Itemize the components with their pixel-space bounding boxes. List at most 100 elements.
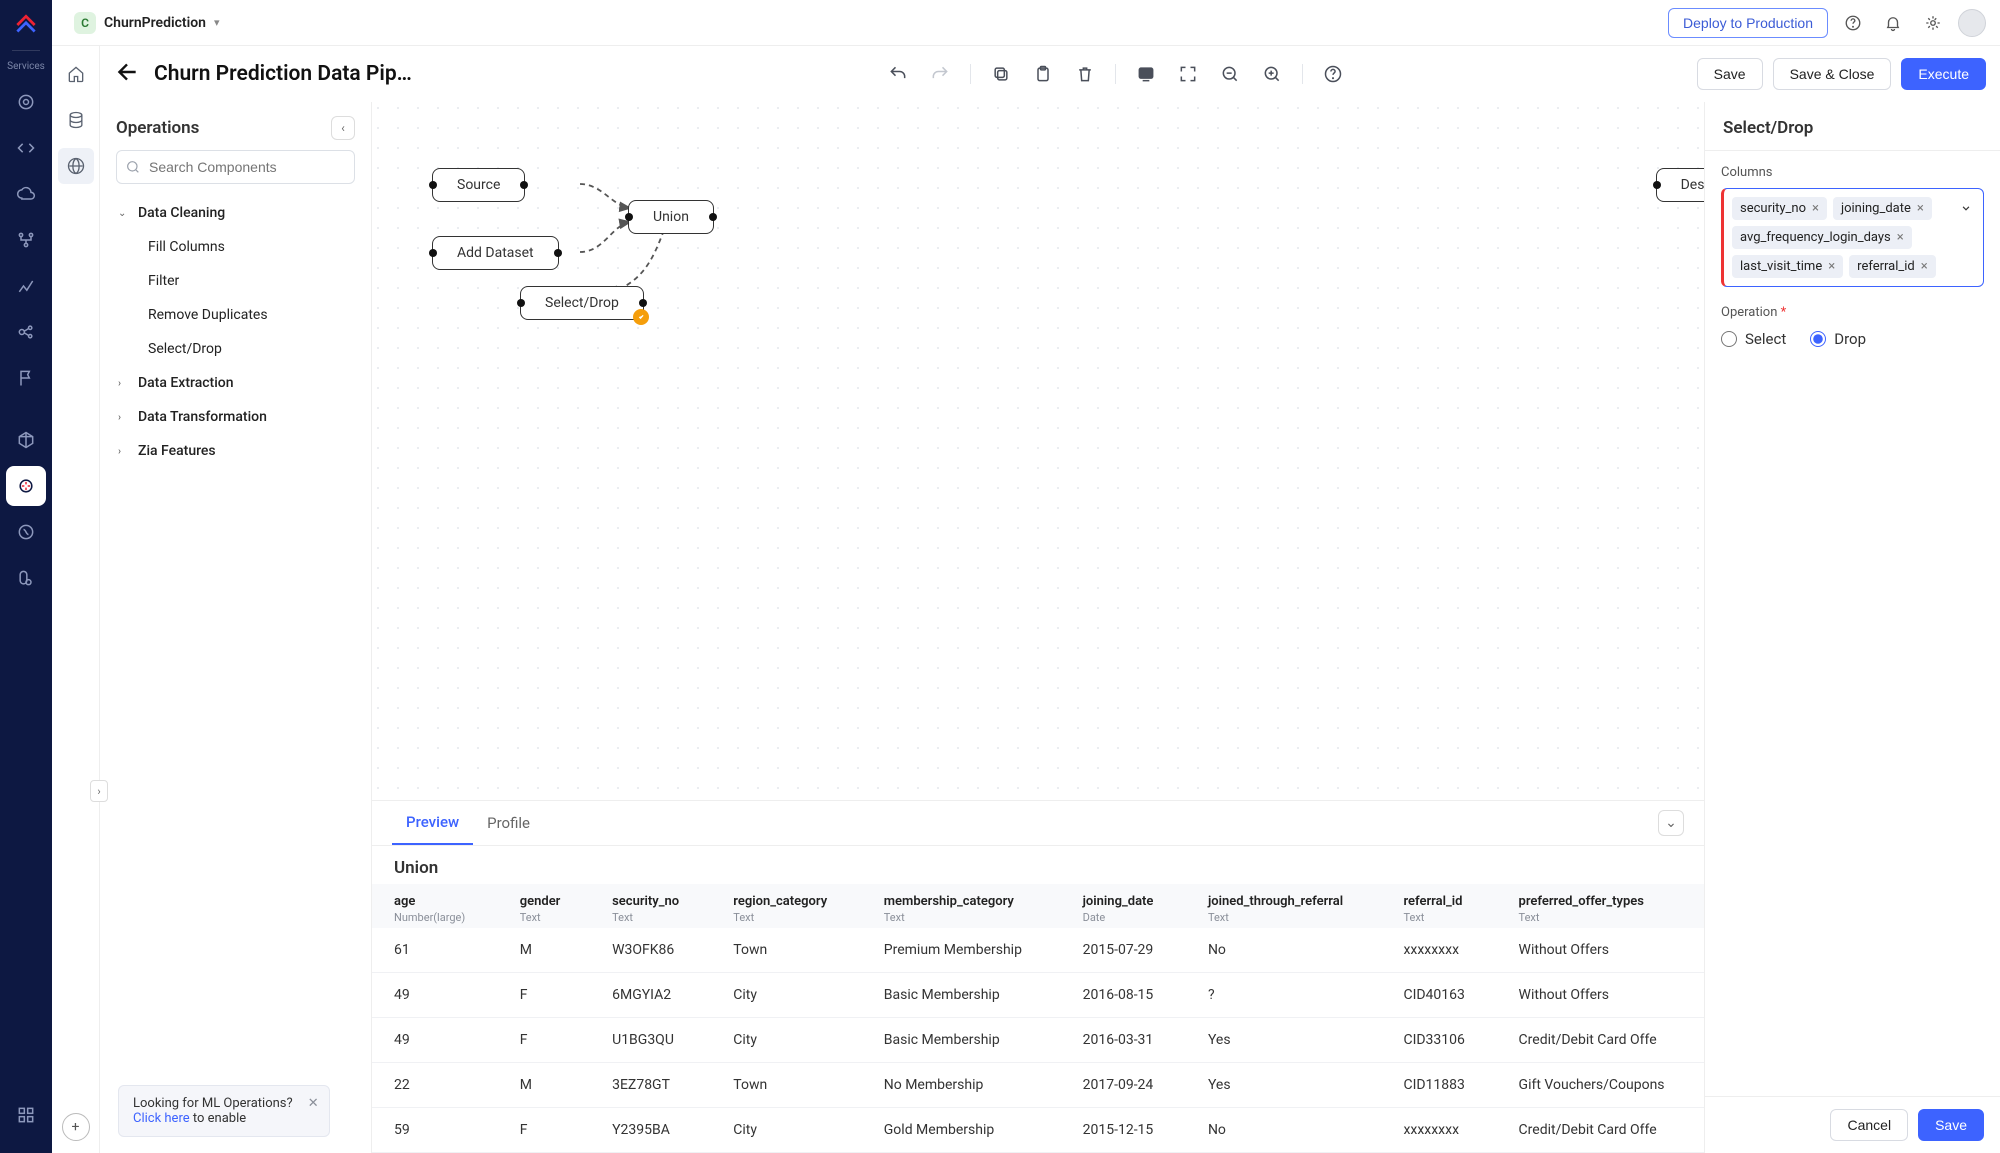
operations-panel: Operations ‹ ⌄Data CleaningFill ColumnsF… <box>100 102 372 1153</box>
table-row: 49F6MGYIA2CityBasic Membership2016-08-15… <box>372 973 1704 1018</box>
node-source[interactable]: Source <box>432 168 525 202</box>
table-row: 61MW3OFK86TownPremium Membership2015-07-… <box>372 928 1704 973</box>
project-selector[interactable]: C ChurnPrediction ▾ <box>66 8 228 38</box>
chevron-down-icon[interactable] <box>1959 201 1973 219</box>
radio-drop[interactable]: Drop <box>1810 330 1866 348</box>
paste-icon[interactable] <box>1027 58 1059 90</box>
fit-screen-icon[interactable] <box>1130 58 1162 90</box>
delete-icon[interactable] <box>1069 58 1101 90</box>
config-cancel-button[interactable]: Cancel <box>1830 1109 1908 1141</box>
table-header: joined_through_referralText <box>1186 884 1382 928</box>
fullscreen-icon[interactable] <box>1172 58 1204 90</box>
radio-select[interactable]: Select <box>1721 330 1786 348</box>
column-chip[interactable]: joining_date× <box>1833 197 1932 220</box>
table-header: membership_categoryText <box>862 884 1061 928</box>
node-destination[interactable]: Dest <box>1656 168 1704 202</box>
rail-item-brain[interactable] <box>6 558 46 598</box>
rail-item-flag[interactable] <box>6 358 46 398</box>
column-chip[interactable]: referral_id× <box>1849 255 1936 278</box>
save-close-button[interactable]: Save & Close <box>1773 58 1892 90</box>
rail-item-cloud[interactable] <box>6 174 46 214</box>
table-header: joining_dateDate <box>1061 884 1186 928</box>
irail-datasets[interactable] <box>58 102 94 138</box>
rail-item-connect[interactable] <box>6 312 46 352</box>
nav-rail: Services <box>0 0 52 1153</box>
table-header: region_categoryText <box>711 884 861 928</box>
chip-remove-icon[interactable]: × <box>1897 231 1904 244</box>
chip-remove-icon[interactable]: × <box>1828 260 1835 273</box>
column-chip[interactable]: avg_frequency_login_days× <box>1732 226 1912 249</box>
undo-icon[interactable] <box>882 58 914 90</box>
columns-multiselect[interactable]: security_no× joining_date× avg_frequency_l… <box>1721 188 1984 287</box>
operations-title: Operations <box>116 118 199 138</box>
tree-group[interactable]: ›Data Transformation <box>108 400 363 434</box>
gear-icon[interactable] <box>1918 8 1948 38</box>
preview-title: Union <box>372 846 1704 884</box>
tab-preview[interactable]: Preview <box>392 801 473 845</box>
services-label: Services <box>7 61 45 72</box>
page-title: Churn Prediction Data Pipe... <box>154 62 414 86</box>
operations-collapse[interactable]: ‹ <box>331 116 355 140</box>
chip-remove-icon[interactable]: × <box>1812 202 1819 215</box>
column-chip[interactable]: last_visit_time× <box>1732 255 1843 278</box>
add-button[interactable]: + <box>62 1113 90 1141</box>
irail-pipelines[interactable] <box>58 148 94 184</box>
rail-item-apps[interactable] <box>6 1095 46 1135</box>
preview-expand-toggle[interactable]: ⌄ <box>1658 810 1684 836</box>
tree-child[interactable]: Filter <box>108 264 363 298</box>
hint-suffix: to enable <box>190 1111 247 1126</box>
search-input[interactable] <box>116 150 355 184</box>
save-button[interactable]: Save <box>1697 58 1763 90</box>
table-header: referral_idText <box>1381 884 1496 928</box>
table-row: 59FY2395BACityGold Membership2015-12-15N… <box>372 1108 1704 1153</box>
help-icon[interactable] <box>1838 8 1868 38</box>
tree-child[interactable]: Fill Columns <box>108 230 363 264</box>
tab-profile[interactable]: Profile <box>473 802 544 844</box>
hint-link[interactable]: Click here <box>133 1111 190 1126</box>
info-icon[interactable] <box>1317 58 1349 90</box>
tree-group[interactable]: ⌄Data Cleaning <box>108 196 363 230</box>
table-header: genderText <box>498 884 590 928</box>
config-title: Select/Drop <box>1723 118 1982 138</box>
hint-line1: Looking for ML Operations? <box>133 1096 293 1111</box>
irail-home[interactable] <box>58 56 94 92</box>
columns-label: Columns <box>1721 165 1984 180</box>
back-button[interactable] <box>114 59 140 89</box>
copy-icon[interactable] <box>985 58 1017 90</box>
tree-child[interactable]: Remove Duplicates <box>108 298 363 332</box>
zoom-in-icon[interactable] <box>1256 58 1288 90</box>
execute-button[interactable]: Execute <box>1901 58 1986 90</box>
config-save-button[interactable]: Save <box>1918 1109 1984 1141</box>
redo-icon[interactable] <box>924 58 956 90</box>
rail-item-integrations[interactable] <box>6 420 46 460</box>
tree-child[interactable]: Select/Drop <box>108 332 363 366</box>
deploy-button[interactable]: Deploy to Production <box>1668 8 1828 38</box>
zoom-out-icon[interactable] <box>1214 58 1246 90</box>
secondary-rail: › + <box>52 0 100 1153</box>
node-select-drop[interactable]: Select/Drop <box>520 286 644 320</box>
bell-icon[interactable] <box>1878 8 1908 38</box>
rail-item-pipeline[interactable] <box>6 220 46 260</box>
chip-remove-icon[interactable]: × <box>1921 260 1928 273</box>
tree-group[interactable]: ›Zia Features <box>108 434 363 468</box>
chevron-down-icon: ▾ <box>214 16 220 29</box>
close-icon[interactable]: ✕ <box>308 1096 319 1111</box>
rail-item-quickml[interactable] <box>6 466 46 506</box>
node-union[interactable]: Union <box>628 200 714 234</box>
preview-panel: Preview Profile ⌄ Union ageNumber(large)… <box>372 800 1704 1153</box>
user-avatar[interactable] <box>1958 9 1986 37</box>
rail-item-analytics[interactable] <box>6 266 46 306</box>
column-chip[interactable]: security_no× <box>1732 197 1827 220</box>
table-row: 49FU1BG3QUCityBasic Membership2016-03-31… <box>372 1018 1704 1063</box>
chip-remove-icon[interactable]: × <box>1917 202 1924 215</box>
rail-item-automation[interactable] <box>6 512 46 552</box>
rail-item-ai[interactable] <box>6 82 46 122</box>
rail-item-code[interactable] <box>6 128 46 168</box>
ml-hint-popup: ✕ Looking for ML Operations? Click here … <box>118 1085 330 1137</box>
project-avatar: C <box>74 12 96 34</box>
node-add-dataset[interactable]: Add Dataset <box>432 236 559 270</box>
tree-group[interactable]: ›Data Extraction <box>108 366 363 400</box>
page-header: Churn Prediction Data Pipe... Save Save … <box>100 46 2000 102</box>
logo-icon <box>13 12 39 38</box>
pipeline-canvas[interactable]: Source Add Dataset Union Select/Drop Des… <box>372 102 1704 800</box>
